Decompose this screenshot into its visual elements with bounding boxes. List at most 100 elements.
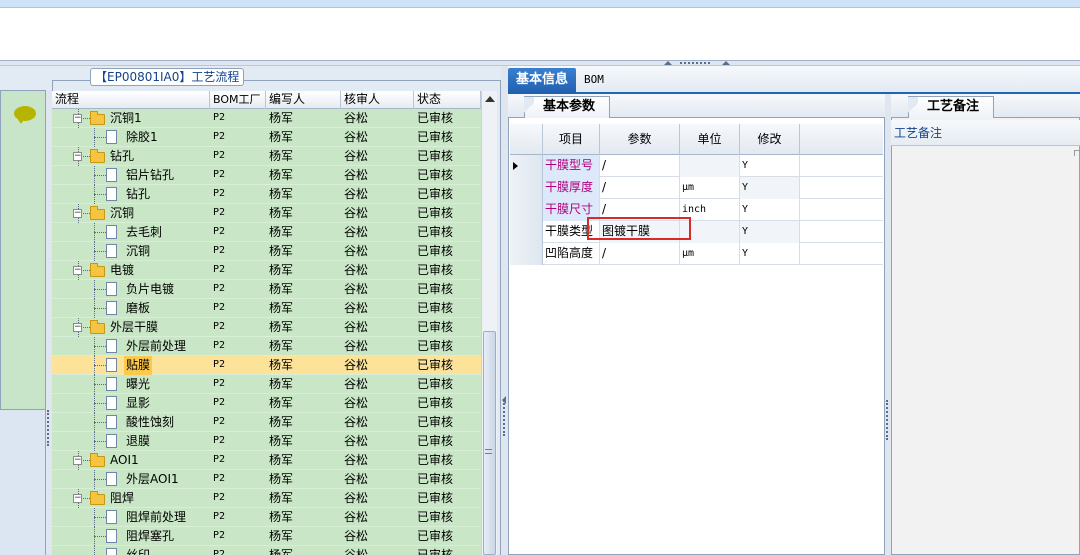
header-writer[interactable]: 编写人	[266, 91, 341, 109]
tree-row[interactable]: 磨板 P2 杨军 谷松 已审核	[52, 299, 481, 318]
header-unit[interactable]: 单位	[680, 124, 740, 155]
tab-basic-params[interactable]: 基本参数	[524, 96, 611, 119]
param-unit-cell[interactable]: μm	[680, 177, 740, 199]
params-row[interactable]: 凹陷高度 / μm Y	[510, 243, 883, 265]
row-indicator[interactable]	[510, 155, 543, 177]
collapse-icon[interactable]: −	[73, 266, 82, 275]
tree-row-name[interactable]: 阻焊	[108, 489, 136, 508]
tree-row[interactable]: − 电镀 P2 杨军 谷松 已审核	[52, 261, 481, 280]
tree-row-name[interactable]: 沉铜	[108, 204, 136, 223]
param-modify-cell[interactable]: Y	[740, 243, 800, 265]
params-row[interactable]: 干膜厚度 / μm Y	[510, 177, 883, 199]
header-modify[interactable]: 修改	[740, 124, 800, 155]
tree-row-name[interactable]: 外层干膜	[108, 318, 160, 337]
tree-row-name[interactable]: 去毛刺	[124, 223, 164, 242]
row-indicator[interactable]	[510, 199, 543, 221]
tree-scrollbar[interactable]	[481, 91, 497, 555]
param-unit-cell[interactable]	[680, 155, 740, 177]
tree-row[interactable]: 钻孔 P2 杨军 谷松 已审核	[52, 185, 481, 204]
vertical-splitter-grip[interactable]	[47, 410, 49, 446]
params-row[interactable]: 干膜型号 / Y	[510, 155, 883, 177]
tree-row[interactable]: − 阻焊 P2 杨军 谷松 已审核	[52, 489, 481, 508]
tree-row-status: 已审核	[417, 206, 454, 220]
tree-row-name[interactable]: 丝印	[124, 546, 152, 555]
tree-row-name[interactable]: AOI1	[108, 451, 141, 470]
tree-row[interactable]: 负片电镀 P2 杨军 谷松 已审核	[52, 280, 481, 299]
collapse-icon[interactable]: −	[73, 323, 82, 332]
tree-row[interactable]: 除胶1 P2 杨军 谷松 已审核	[52, 128, 481, 147]
tree-row-name[interactable]: 贴膜	[124, 356, 153, 375]
tree-row[interactable]: 外层AOI1 P2 杨军 谷松 已审核	[52, 470, 481, 489]
tree-row-name[interactable]: 显影	[124, 394, 152, 413]
tree-row-name[interactable]: 钻孔	[108, 147, 136, 166]
tree-row[interactable]: 去毛刺 P2 杨军 谷松 已审核	[52, 223, 481, 242]
splitter-up-arrow-icon[interactable]	[664, 61, 672, 65]
tree-row-name[interactable]: 酸性蚀刻	[124, 413, 176, 432]
tree-row-name[interactable]: 沉铜	[124, 242, 152, 261]
header-item[interactable]: 项目	[543, 124, 600, 155]
tree-row[interactable]: − 沉铜1 P2 杨军 谷松 已审核	[52, 109, 481, 128]
row-indicator[interactable]	[510, 177, 543, 199]
param-unit-cell[interactable]: μm	[680, 243, 740, 265]
tree-row[interactable]: 阻焊塞孔 P2 杨军 谷松 已审核	[52, 527, 481, 546]
tree-row[interactable]: 退膜 P2 杨军 谷松 已审核	[52, 432, 481, 451]
tree-row-name[interactable]: 曝光	[124, 375, 152, 394]
tree-row[interactable]: − 沉铜 P2 杨军 谷松 已审核	[52, 204, 481, 223]
header-flow[interactable]: 流程	[52, 91, 210, 109]
tree-row[interactable]: 沉铜 P2 杨军 谷松 已审核	[52, 242, 481, 261]
tree-row[interactable]: 显影 P2 杨军 谷松 已审核	[52, 394, 481, 413]
splitter-up-arrow-icon[interactable]	[722, 61, 730, 65]
header-bom-factory[interactable]: BOM工厂	[210, 91, 266, 109]
tree-row[interactable]: 外层前处理 P2 杨军 谷松 已审核	[52, 337, 481, 356]
tree-row[interactable]: 酸性蚀刻 P2 杨军 谷松 已审核	[52, 413, 481, 432]
params-row[interactable]: 干膜尺寸 / inch Y	[510, 199, 883, 221]
vertical-splitter-middle-grip[interactable]	[886, 400, 888, 440]
tree-row-name[interactable]: 退膜	[124, 432, 152, 451]
tree-row-name[interactable]: 除胶1	[124, 128, 160, 147]
tree-row-name[interactable]: 负片电镀	[124, 280, 176, 299]
params-row[interactable]: 干膜类型 图镀干膜 Y	[510, 221, 883, 243]
header-param[interactable]: 参数	[600, 124, 680, 155]
collapse-icon[interactable]: −	[73, 494, 82, 503]
header-status[interactable]: 状态	[414, 91, 481, 109]
tree-row-name[interactable]: 磨板	[124, 299, 152, 318]
tree-row[interactable]: 丝印 P2 杨军 谷松 已审核	[52, 546, 481, 555]
tree-row[interactable]: 贴膜 P2 杨军 谷松 已审核	[52, 356, 481, 375]
scroll-thumb[interactable]	[483, 331, 496, 555]
vertical-splitter-right[interactable]	[501, 66, 508, 555]
tree-row-name[interactable]: 阻焊塞孔	[124, 527, 176, 546]
tree-row-name[interactable]: 钻孔	[124, 185, 152, 204]
tree-row-name[interactable]: 沉铜1	[108, 109, 144, 128]
param-value-cell[interactable]: /	[600, 243, 680, 265]
scroll-up-arrow-icon[interactable]	[485, 96, 495, 102]
tree-row[interactable]: − 外层干膜 P2 杨军 谷松 已审核	[52, 318, 481, 337]
tree-row[interactable]: 铝片钻孔 P2 杨军 谷松 已审核	[52, 166, 481, 185]
collapse-icon[interactable]: −	[73, 114, 82, 123]
tree-row-name[interactable]: 外层AOI1	[124, 470, 181, 489]
tree-row-name[interactable]: 外层前处理	[124, 337, 188, 356]
row-indicator[interactable]	[510, 221, 543, 243]
tab-process-remarks[interactable]: 工艺备注	[908, 96, 995, 119]
param-value-cell[interactable]: /	[600, 177, 680, 199]
collapse-icon[interactable]: −	[73, 209, 82, 218]
tree-row[interactable]: − AOI1 P2 杨军 谷松 已审核	[52, 451, 481, 470]
row-indicator[interactable]	[510, 243, 543, 265]
param-value-cell[interactable]: /	[600, 155, 680, 177]
tree-row[interactable]: 阻焊前处理 P2 杨军 谷松 已审核	[52, 508, 481, 527]
tree-row-name[interactable]: 电镀	[108, 261, 136, 280]
collapse-icon[interactable]: −	[73, 456, 82, 465]
tree-row[interactable]: − 钻孔 P2 杨军 谷松 已审核	[52, 147, 481, 166]
param-modify-cell[interactable]: Y	[740, 221, 800, 243]
splitter-grip[interactable]	[680, 62, 710, 64]
tree-row-name[interactable]: 铝片钻孔	[124, 166, 176, 185]
tab-basic-info[interactable]: 基本信息	[508, 68, 576, 94]
collapse-icon[interactable]: −	[73, 152, 82, 161]
vertical-splitter-right-grip[interactable]	[503, 400, 505, 436]
header-checker[interactable]: 核审人	[341, 91, 414, 109]
param-modify-cell[interactable]: Y	[740, 155, 800, 177]
tree-row-name[interactable]: 阻焊前处理	[124, 508, 188, 527]
param-modify-cell[interactable]: Y	[740, 177, 800, 199]
tab-bom[interactable]: BOM	[580, 68, 620, 92]
tree-row[interactable]: 曝光 P2 杨军 谷松 已审核	[52, 375, 481, 394]
param-modify-cell[interactable]: Y	[740, 199, 800, 221]
